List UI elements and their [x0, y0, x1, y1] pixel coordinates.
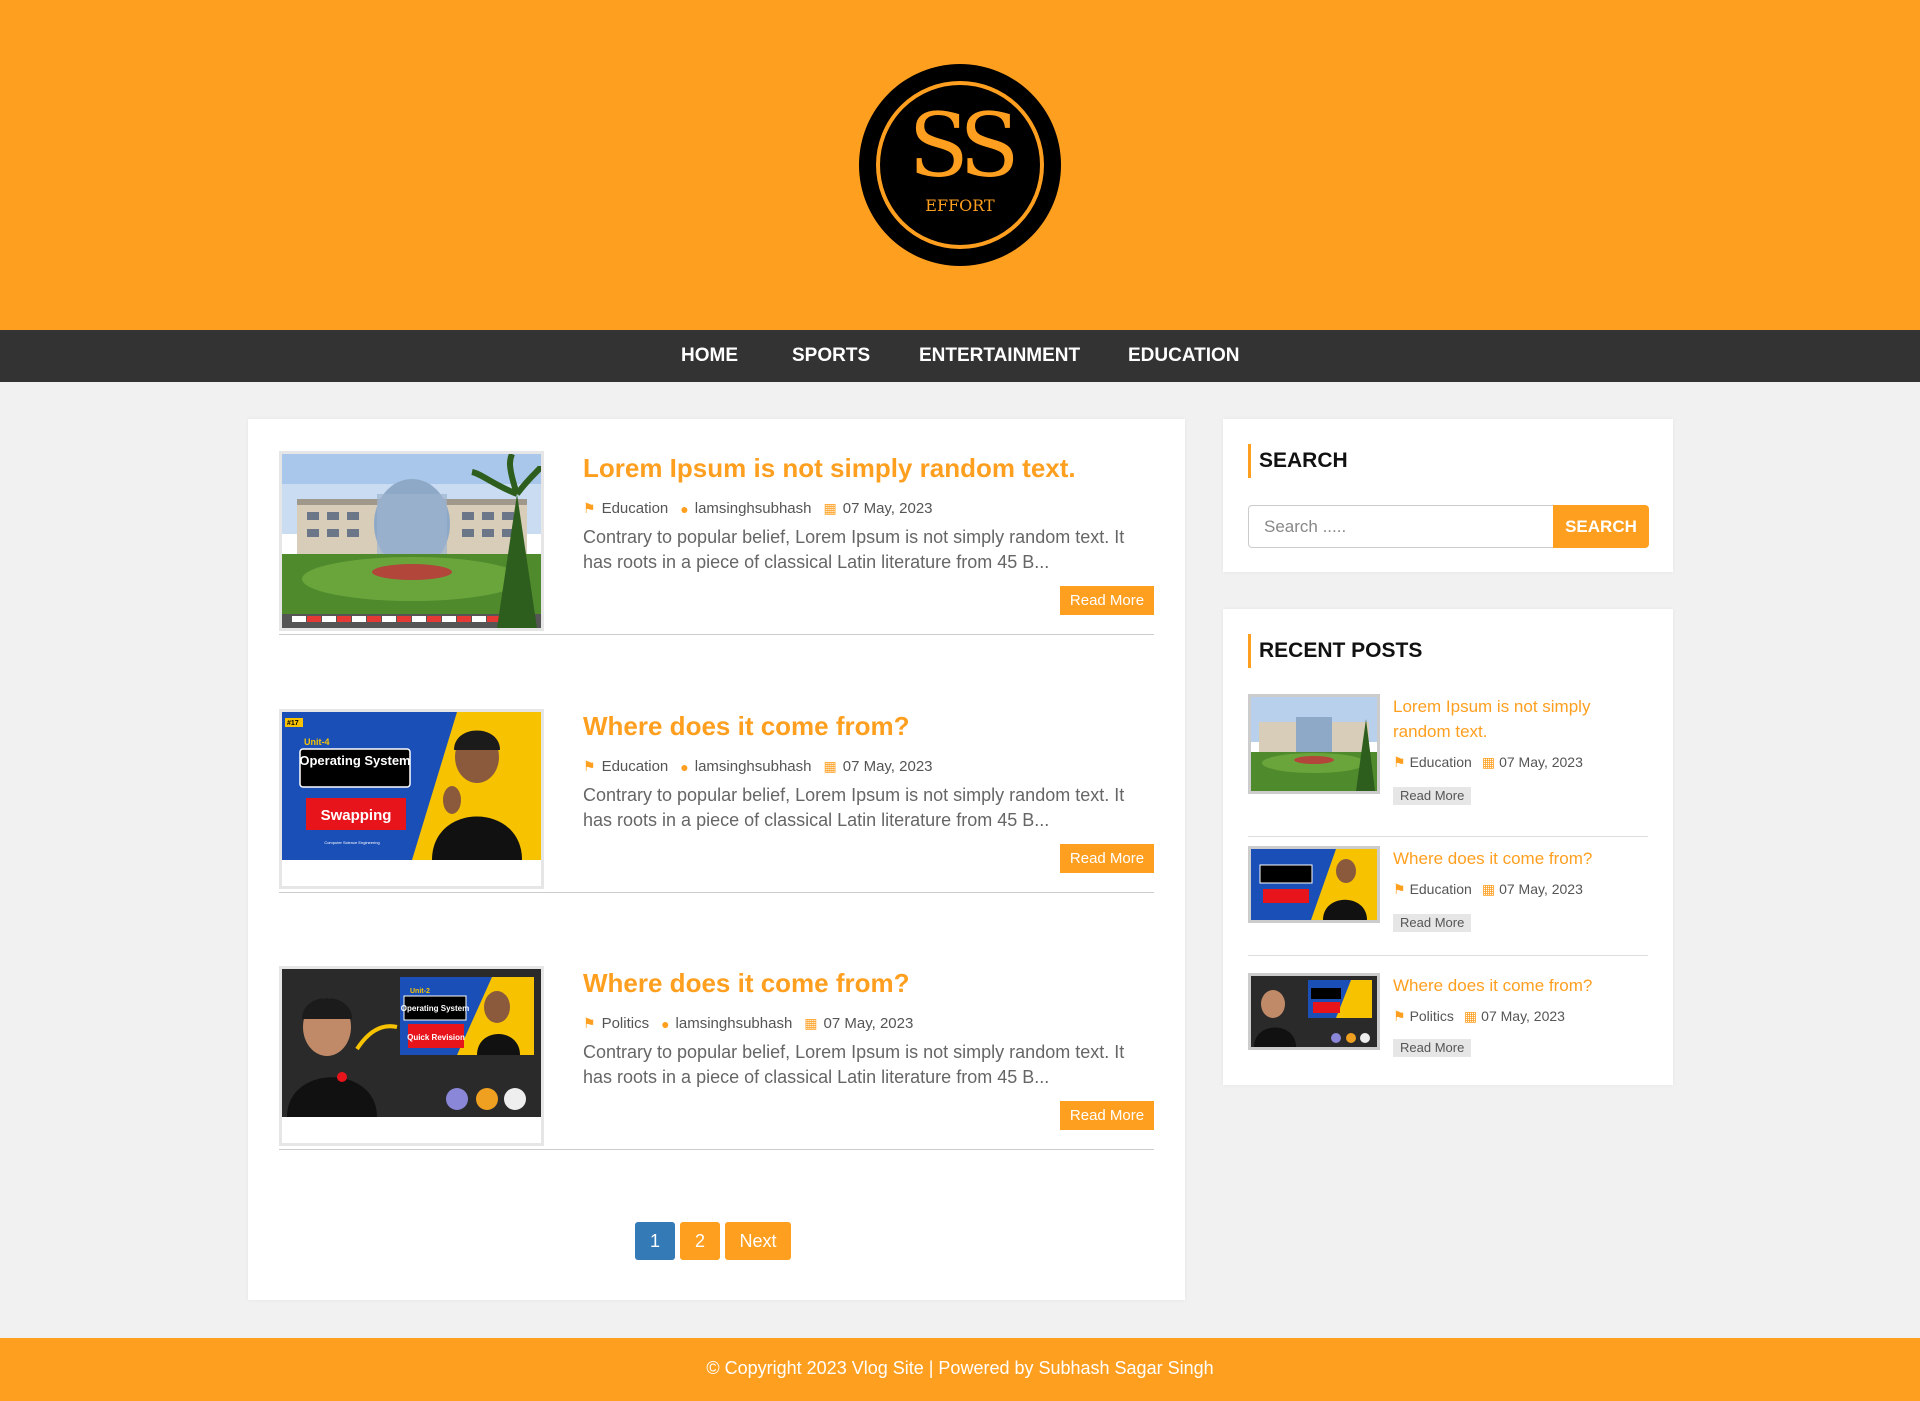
post-item: Unit-2 Operating System Quick Revision W…: [279, 934, 1154, 1150]
post-thumbnail[interactable]: [279, 451, 544, 631]
recent-post-thumbnail[interactable]: [1248, 973, 1380, 1050]
recent-posts-title: RECENT POSTS: [1248, 634, 1422, 668]
search-input[interactable]: [1248, 505, 1554, 548]
logo-initials: SS: [908, 94, 1019, 197]
user-icon: ●: [680, 500, 689, 517]
post-item: #17 Unit-4 Operating System Swapping Com…: [279, 677, 1154, 893]
post-thumbnail[interactable]: Unit-2 Operating System Quick Revision: [279, 966, 544, 1146]
tag-icon: ⚑: [583, 500, 596, 516]
logo-subtitle: EFFORT: [925, 196, 995, 215]
post-thumbnail[interactable]: #17 Unit-4 Operating System Swapping Com…: [279, 709, 544, 889]
next-page-button[interactable]: Next: [725, 1222, 791, 1260]
post-excerpt: Contrary to popular belief, Lorem Ipsum …: [583, 785, 1125, 830]
site-footer: © Copyright 2023 Vlog Site | Powered by …: [0, 1338, 1920, 1401]
tag-icon: ⚑: [1393, 881, 1406, 897]
post-date: 07 May, 2023: [842, 758, 933, 775]
recent-read-more-button[interactable]: Read More: [1393, 914, 1472, 932]
recent-post-item: Where does it come from? ⚑ Politics ▦ 07 M…: [1248, 973, 1648, 1063]
post-list-panel: Lorem Ipsum is not simply random text. ⚑…: [248, 419, 1185, 1300]
post-excerpt: Contrary to popular belief, Lorem Ipsum …: [583, 1042, 1125, 1087]
post-category[interactable]: Politics: [602, 1015, 650, 1032]
tag-icon: ⚑: [583, 1015, 596, 1031]
tag-icon: ⚑: [583, 758, 596, 774]
post-meta: ⚑ Education ● lamsinghsubhash ▦ 07 May, 202…: [583, 500, 945, 517]
calendar-icon: ▦: [1481, 881, 1496, 897]
os-revision-image: Unit-2 Operating System Quick Revision: [282, 969, 541, 1143]
recent-post-title[interactable]: Lorem Ipsum is not simply random text.: [1393, 694, 1623, 744]
recent-read-more-button[interactable]: Read More: [1393, 1039, 1472, 1057]
recent-post-date: 07 May, 2023: [1499, 754, 1583, 770]
recent-post-thumbnail[interactable]: [1248, 846, 1380, 923]
post-item: Lorem Ipsum is not simply random text. ⚑…: [279, 419, 1154, 635]
nav-education[interactable]: EDUCATION: [1128, 330, 1240, 382]
footer-copyright: © Copyright 2023 Vlog Site | Powered by …: [706, 1358, 1214, 1378]
campus-image: [1251, 697, 1377, 791]
recent-post-item: Lorem Ipsum is not simply random text. ⚑…: [1248, 694, 1648, 837]
recent-read-more-button[interactable]: Read More: [1393, 787, 1472, 805]
post-title[interactable]: Lorem Ipsum is not simply random text.: [583, 453, 1076, 484]
search-widget-title: SEARCH: [1248, 444, 1348, 478]
post-excerpt: Contrary to popular belief, Lorem Ipsum …: [583, 527, 1125, 572]
campus-image: [282, 454, 541, 628]
calendar-icon: ▦: [1463, 1008, 1478, 1024]
post-author[interactable]: lamsinghsubhash: [676, 1015, 793, 1032]
page-2-button[interactable]: 2: [680, 1222, 720, 1260]
recent-post-meta: ⚑ Education ▦ 07 May, 2023: [1393, 754, 1593, 771]
post-title[interactable]: Where does it come from?: [583, 711, 910, 742]
read-more-button[interactable]: Read More: [1060, 586, 1154, 615]
thumb-caption: Computer Science Engineering: [324, 840, 379, 845]
nav-home[interactable]: HOME: [681, 330, 738, 382]
post-date: 07 May, 2023: [823, 1015, 914, 1032]
search-button[interactable]: SEARCH: [1553, 505, 1649, 548]
tag-icon: ⚑: [1393, 1008, 1406, 1024]
recent-post-item: Where does it come from? ⚑ Education ▦ 07 …: [1248, 846, 1648, 956]
read-more-button[interactable]: Read More: [1060, 844, 1154, 873]
recent-post-meta: ⚑ Politics ▦ 07 May, 2023: [1393, 1008, 1575, 1025]
site-logo[interactable]: SS EFFORT: [859, 64, 1061, 266]
search-widget: SEARCH SEARCH: [1223, 419, 1673, 572]
os-revision-image: [1251, 976, 1377, 1047]
nav-entertainment[interactable]: ENTERTAINMENT: [919, 330, 1080, 382]
calendar-icon: ▦: [823, 500, 837, 516]
post-date: 07 May, 2023: [842, 500, 933, 517]
thumb-subject: Operating System: [299, 753, 410, 768]
thumb-unit: Unit-4: [304, 737, 330, 747]
calendar-icon: ▦: [1481, 754, 1496, 770]
recent-post-meta: ⚑ Education ▦ 07 May, 2023: [1393, 881, 1593, 898]
calendar-icon: ▦: [823, 758, 837, 774]
post-category[interactable]: Education: [602, 758, 669, 775]
post-category[interactable]: Education: [602, 500, 669, 517]
thumb-badge: #17: [287, 720, 299, 727]
recent-post-category[interactable]: Politics: [1410, 1008, 1454, 1025]
tag-icon: ⚑: [1393, 754, 1406, 770]
post-author[interactable]: lamsinghsubhash: [695, 758, 812, 775]
nav-sports[interactable]: SPORTS: [792, 330, 870, 382]
recent-post-title[interactable]: Where does it come from?: [1393, 846, 1623, 871]
calendar-icon: ▦: [804, 1015, 818, 1031]
thumb-subject: Operating System: [401, 1004, 469, 1013]
main-nav: HOME SPORTS ENTERTAINMENT EDUCATION: [0, 330, 1920, 382]
thumb-unit: Unit-2: [410, 988, 430, 995]
os-swapping-image: [1251, 849, 1377, 920]
recent-post-thumbnail[interactable]: [1248, 694, 1380, 794]
user-icon: ●: [661, 1015, 670, 1032]
user-icon: ●: [680, 758, 689, 775]
site-header: SS EFFORT: [0, 0, 1920, 330]
recent-post-date: 07 May, 2023: [1499, 881, 1583, 897]
thumb-topic: Swapping: [321, 807, 392, 824]
page-1-button[interactable]: 1: [635, 1222, 675, 1260]
thumb-topic: Quick Revision: [407, 1033, 465, 1042]
recent-post-category[interactable]: Education: [1410, 754, 1472, 771]
recent-post-category[interactable]: Education: [1410, 881, 1472, 898]
read-more-button[interactable]: Read More: [1060, 1101, 1154, 1130]
post-author[interactable]: lamsinghsubhash: [695, 500, 812, 517]
recent-post-title[interactable]: Where does it come from?: [1393, 973, 1623, 998]
post-meta: ⚑ Politics ● lamsinghsubhash ▦ 07 May, 2023: [583, 1015, 925, 1032]
recent-post-date: 07 May, 2023: [1481, 1008, 1565, 1024]
recent-posts-widget: RECENT POSTS Lorem Ipsum is not simply r…: [1223, 609, 1673, 1085]
os-swapping-image: #17 Unit-4 Operating System Swapping Com…: [282, 712, 541, 886]
post-meta: ⚑ Education ● lamsinghsubhash ▦ 07 May, 202…: [583, 758, 945, 775]
post-title[interactable]: Where does it come from?: [583, 968, 910, 999]
